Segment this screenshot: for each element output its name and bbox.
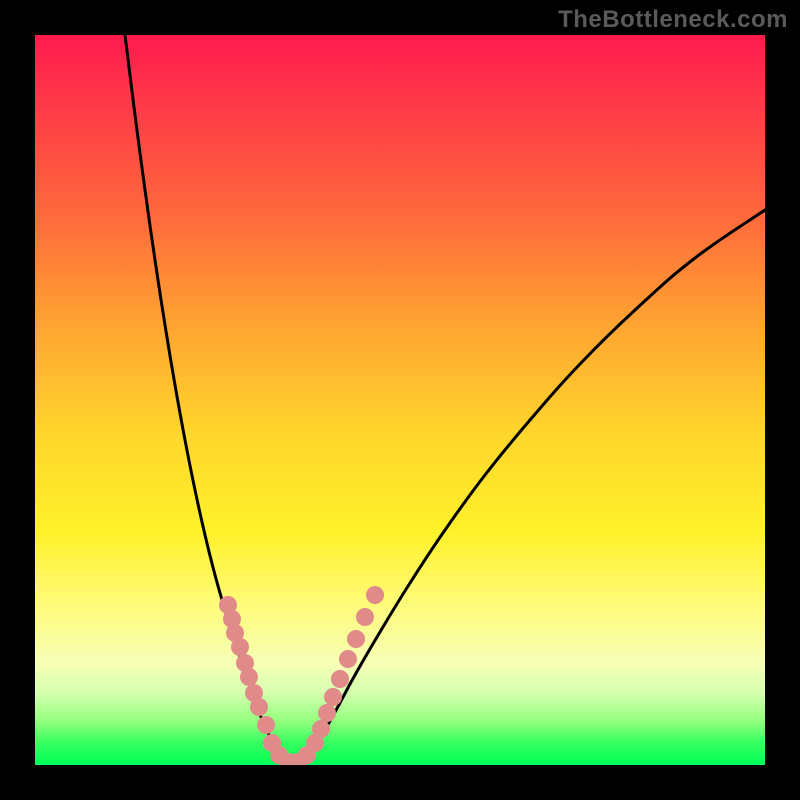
curve-marker (331, 670, 349, 688)
curve-marker (231, 638, 249, 656)
chart-canvas: TheBottleneck.com (0, 0, 800, 800)
curve-marker (257, 716, 275, 734)
curve-marker (312, 720, 330, 738)
curve-marker (240, 668, 258, 686)
curve-marker (318, 704, 336, 722)
plot-area (35, 35, 765, 765)
curve-markers (219, 586, 384, 765)
curve-marker (324, 688, 342, 706)
curve-marker (366, 586, 384, 604)
curve-marker (356, 608, 374, 626)
curve-marker (339, 650, 357, 668)
bottleneck-curve (125, 35, 765, 765)
curve-marker (250, 698, 268, 716)
watermark-text: TheBottleneck.com (558, 6, 788, 34)
curve-marker (347, 630, 365, 648)
curve-layer (35, 35, 765, 765)
